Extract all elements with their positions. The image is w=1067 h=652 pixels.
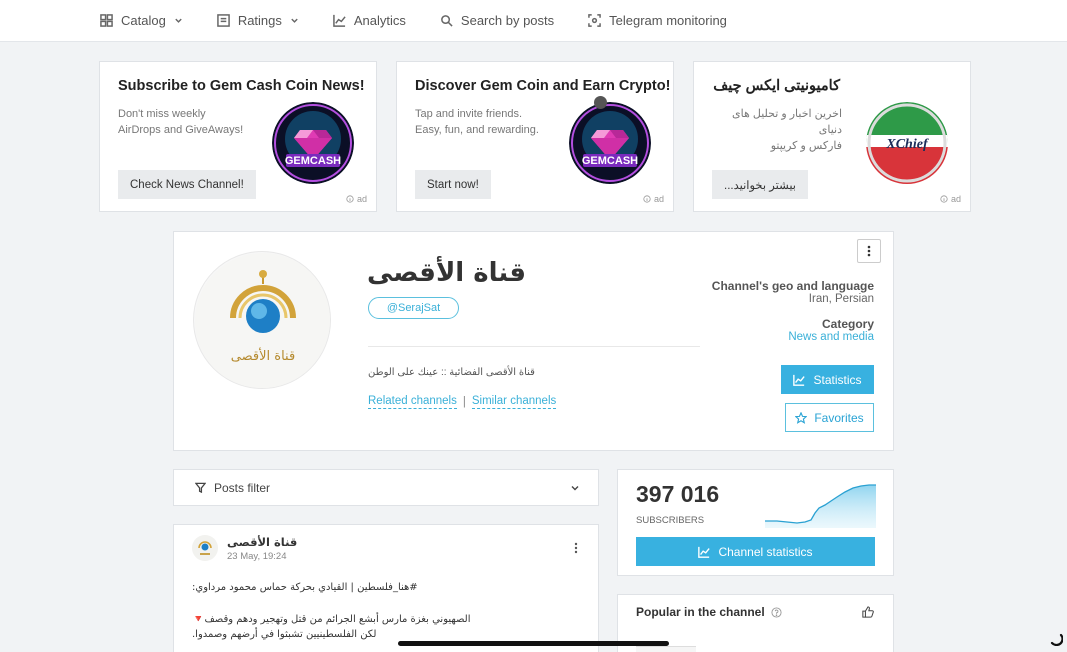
favorites-button[interactable]: Favorites (785, 403, 874, 432)
nav-telegram-monitoring[interactable]: Telegram monitoring (588, 13, 727, 28)
filter-icon (195, 482, 206, 493)
ad-marker-label: ad (950, 194, 961, 204)
ad-description: Tap and invite friends. Easy, fun, and r… (415, 108, 539, 136)
ad-marker-label: ad (356, 194, 367, 204)
channel-statistics-label: Channel statistics (718, 544, 813, 559)
chevron-down-icon (291, 18, 298, 23)
ad-card-gemcash-news: Subscribe to Gem Cash Coin News! Don't m… (99, 61, 377, 212)
posts-filter-label: Posts filter (214, 480, 271, 495)
ad-marker-label: ad (653, 194, 664, 204)
ad-marker: ad (643, 194, 664, 204)
logo-text: GEMCASH (285, 155, 341, 167)
geo-label: Channel's geo and language (711, 279, 874, 293)
info-icon (346, 195, 354, 203)
channel-title: قناة الأقصى (367, 258, 527, 288)
line-chart-icon (333, 14, 346, 27)
list-icon (216, 14, 230, 27)
geo-value: Iran, Persian (808, 293, 874, 305)
ad-description: اخرین اخبار و تحلیل های دنیای فارکس و کر… (732, 108, 842, 152)
category-link[interactable]: News and media (788, 331, 874, 343)
loading-spinner-icon (1050, 633, 1063, 646)
popular-title-text: Popular in the channel (636, 605, 765, 619)
ad-title: Subscribe to Gem Cash Coin News! (118, 78, 365, 94)
post-line: لكن الفلسطينيين تشبثوا في أرضهم وصمدوا. (192, 629, 377, 640)
post-line: الصهيوني بغزة مارس أبشع الجرائم من قتل و… (192, 614, 471, 625)
more-vertical-icon (867, 245, 871, 257)
info-icon (940, 195, 948, 203)
check-news-channel-button[interactable]: Check News Channel! (118, 170, 256, 199)
post-date: 23 May, 19:24 (227, 551, 287, 562)
post-card: قناة الأقصى 23 May, 19:24 #هنا_فلسطين | … (173, 524, 599, 652)
ad-title: کامیونیتی ایکس چیف (713, 78, 840, 94)
subscribers-card: 397 016 SUBSCRIBERS Channel statistics (617, 469, 894, 576)
logo-text: XChief (885, 137, 929, 152)
channel-avatar: قناة الأقصى (193, 251, 331, 389)
logo-text: GEMCASH (582, 155, 638, 167)
home-indicator (398, 641, 669, 646)
search-icon (441, 15, 453, 27)
channel-description: قناة الأقصى الفضائية :: عينك على الوطن (368, 367, 535, 378)
avatar-text: قناة الأقصى (231, 347, 295, 364)
nav-search-label: Search by posts (460, 13, 555, 28)
read-more-button[interactable]: بیشتر بخوانید... (712, 170, 808, 199)
gemcash-logo[interactable]: GEMCASH (569, 102, 651, 184)
nav-catalog[interactable]: Catalog (100, 13, 183, 28)
nav-analytics[interactable]: Analytics (333, 13, 406, 28)
ad-description: Don't miss weekly AirDrops and GiveAways… (118, 108, 244, 136)
gemcash-logo[interactable]: GEMCASH (272, 102, 354, 184)
statistics-button-label: Statistics (813, 372, 862, 387)
nav-catalog-label: Catalog (121, 13, 166, 28)
popular-title: Popular in the channel (636, 605, 782, 619)
link-separator: | (462, 396, 466, 408)
posts-filter-dropdown[interactable]: Posts filter (173, 469, 599, 506)
thumbs-up-icon (862, 606, 874, 618)
post-author[interactable]: قناة الأقصى (227, 535, 297, 549)
nav-ratings-label: Ratings (237, 13, 282, 28)
subscriber-count: 397 016 (636, 481, 720, 507)
top-navigation: Catalog Ratings Analytics Search by post… (0, 0, 1067, 42)
divider (368, 346, 700, 347)
nav-ratings[interactable]: Ratings (216, 13, 299, 28)
ad-marker: ad (346, 194, 367, 204)
nav-analytics-label: Analytics (353, 13, 406, 28)
monitor-icon (588, 14, 601, 27)
channel-card: قناة الأقصى قناة الأقصى @SerajSat قناة ا… (173, 231, 894, 451)
star-icon (795, 411, 808, 424)
line-chart-icon (793, 374, 806, 386)
category-label: Category (821, 317, 874, 331)
statistics-button[interactable]: Statistics (781, 365, 874, 394)
channel-handle[interactable]: @SerajSat (368, 297, 459, 319)
ad-title: Discover Gem Coin and Earn Crypto! (415, 78, 671, 94)
more-vertical-icon (574, 542, 578, 554)
post-author-avatar (192, 535, 218, 561)
line-chart-icon (698, 546, 711, 558)
post-text: #هنا_فلسطين | القيادي بحركة حماس محمود م… (192, 580, 582, 642)
channel-links: Related channels | Similar channels (368, 395, 557, 409)
subscribers-sparkline (765, 484, 876, 528)
xchief-logo[interactable]: XChief (866, 102, 948, 184)
post-line: #هنا_فلسطين | القيادي بحركة حماس محمود م… (192, 582, 418, 593)
chevron-down-icon (175, 18, 182, 23)
subscribers-label: SUBSCRIBERS (636, 515, 705, 526)
post-menu-button[interactable] (574, 541, 578, 559)
nav-search-by-posts[interactable]: Search by posts (440, 13, 554, 28)
ad-marker: ad (940, 194, 961, 204)
ad-card-gemcoin: Discover Gem Coin and Earn Crypto! Tap a… (396, 61, 674, 212)
info-icon (643, 195, 651, 203)
channel-statistics-button[interactable]: Channel statistics (636, 537, 875, 566)
nav-monitoring-label: Telegram monitoring (609, 13, 727, 28)
channel-menu-button[interactable] (857, 239, 881, 263)
start-now-button[interactable]: Start now! (415, 170, 491, 199)
chevron-down-icon (571, 485, 579, 490)
related-channels-link[interactable]: Related channels (368, 395, 457, 409)
favorites-button-label: Favorites (814, 410, 864, 425)
thumbs-up-button[interactable] (862, 605, 874, 623)
notification-dot (594, 96, 607, 109)
help-icon[interactable] (771, 606, 782, 618)
grid-icon (100, 14, 113, 27)
popular-post-thumbnail[interactable] (636, 646, 696, 652)
similar-channels-link[interactable]: Similar channels (471, 395, 557, 409)
ad-card-xchief: کامیونیتی ایکس چیف اخرین اخبار و تحلیل ه… (693, 61, 971, 212)
